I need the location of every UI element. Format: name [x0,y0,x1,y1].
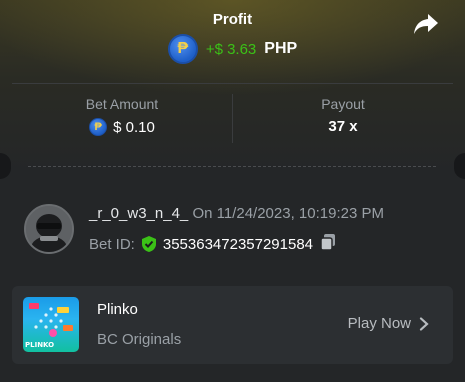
bet-amount-value: $ 0.10 [113,118,155,136]
play-now-label: Play Now [347,315,411,332]
php-coin-icon: ₱ [167,34,198,64]
profit-currency: PHP [264,40,298,57]
bet-amount-value-row: ₱ $ 0.10 [89,118,155,136]
bet-amount-label: Bet Amount [85,96,159,112]
bet-id-row: Bet ID: 355363472357291584 [89,234,337,254]
share-icon [414,14,438,34]
share-button[interactable] [412,12,440,36]
php-coin-icon: ₱ [89,118,108,136]
game-name: Plinko [97,301,138,318]
profit-title: Profit [212,11,253,28]
chevron-right-icon [419,316,429,331]
bet-amount-stat: Bet Amount ₱ $ 0.10 [12,84,232,155]
avatar[interactable] [24,204,74,254]
ticket-notch-right [454,153,465,179]
play-now-button[interactable]: Play Now [348,315,429,332]
game-provider: BC Originals [97,331,182,348]
payout-value: 37 x [328,118,358,135]
game-thumbnail-label: PLINKO [25,341,55,349]
bet-date: On 11/24/2023, 10:19:23 PM [192,205,384,222]
copy-button[interactable] [319,233,337,255]
game-card[interactable]: PLINKO Plinko BC Originals Play Now [12,286,453,364]
copy-icon [320,234,336,251]
bet-user-line: _r_0_w3_n_4_ On 11/24/2023, 10:19:23 PM [89,205,384,222]
user-avatar-icon [26,206,72,252]
profit-amount: +$ 3.63 [205,40,257,58]
dashed-divider [28,166,436,167]
payout-stat: Payout 37 x [233,84,453,155]
verified-shield-icon [141,236,156,252]
bet-id-value: 355363472357291584 [162,235,314,253]
payout-label: Payout [321,96,365,112]
username[interactable]: _r_0_w3_n_4_ [89,205,188,222]
profit-row: ₱ +$ 3.63 PHP [0,34,465,64]
bet-stats: Bet Amount ₱ $ 0.10 Payout 37 x [12,83,453,155]
game-thumbnail: PLINKO [23,297,79,352]
bet-id-label: Bet ID: [89,235,135,253]
